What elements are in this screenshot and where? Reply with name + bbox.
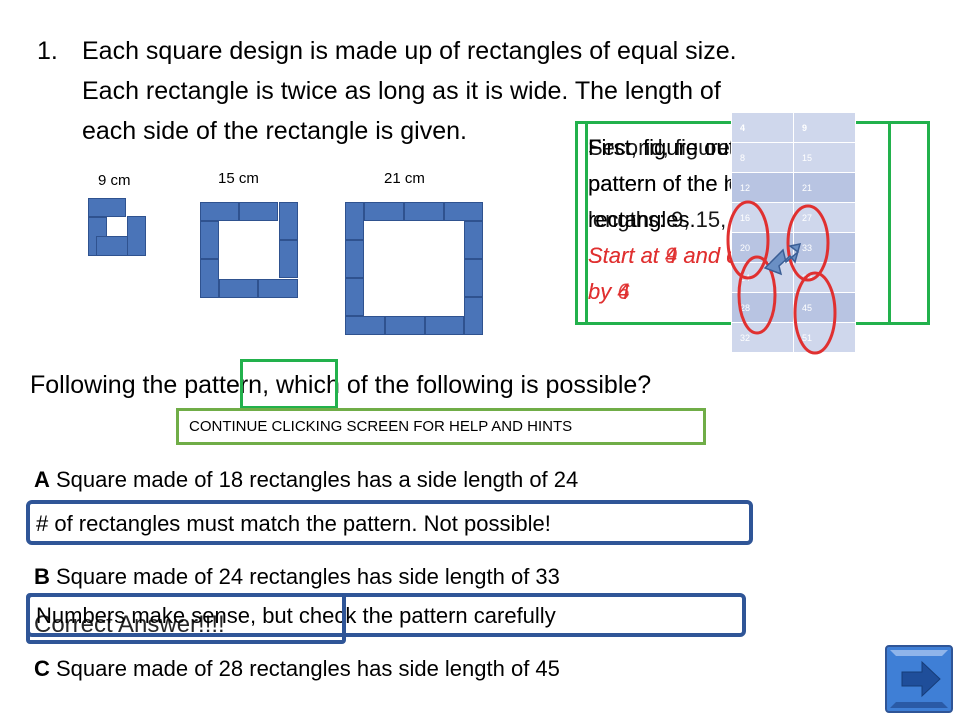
rectangle: [425, 316, 464, 335]
help-hints-label: CONTINUE CLICKING SCREEN FOR HELP AND HI…: [189, 418, 573, 435]
table-row: 32 51: [731, 322, 856, 353]
rectangle: [279, 240, 298, 278]
table-cell: 28: [731, 292, 794, 323]
correct-answer-box: Correct Answer!!!!: [26, 593, 346, 644]
rectangle: [364, 202, 404, 221]
answer-c-text: Square made of 28 rectangles has side le…: [49, 656, 560, 681]
rectangle: [200, 202, 239, 221]
table-cell: 8: [731, 142, 794, 173]
table-row: 20 33: [731, 232, 856, 263]
table-cell: 21: [793, 172, 856, 203]
table-cell: 51: [793, 322, 856, 353]
table-cell: 20: [731, 232, 794, 263]
figure-label-9cm: 9 cm: [98, 172, 131, 189]
answer-a-letter: A: [34, 467, 50, 492]
table-cell: 27: [793, 202, 856, 233]
rectangle: [219, 279, 258, 298]
answer-a-feedback-box: # of rectangles must match the pattern. …: [26, 500, 753, 545]
table-cell: 16: [731, 202, 794, 233]
help-hints-button[interactable]: CONTINUE CLICKING SCREEN FOR HELP AND HI…: [176, 408, 706, 445]
rectangle: [96, 236, 128, 256]
prompt-before: Following the: [30, 371, 185, 399]
pattern-highlight-box: [240, 359, 338, 409]
figure-label-15cm: 15 cm: [218, 170, 259, 187]
table-header-row: 4 9: [731, 112, 856, 143]
prompt-line: Following the pattern, which of the foll…: [30, 368, 651, 402]
square-design-medium: [200, 202, 298, 298]
sequence-table: 4 9 8 15 12 21 16 27 20 33 24 39 28 45 32 51: [731, 112, 856, 353]
answer-c-letter: C: [34, 656, 50, 681]
answer-b[interactable]: B Square made of 24 rectangles has side …: [34, 563, 560, 591]
table-row: 8 15: [731, 142, 856, 173]
rectangle: [464, 259, 483, 297]
answer-a-feedback: # of rectangles must match the pattern. …: [36, 511, 551, 536]
rectangle: [345, 278, 364, 316]
square-design-small: [88, 198, 146, 256]
rectangle: [345, 202, 364, 240]
table-cell: 39: [793, 262, 856, 293]
rectangle: [345, 316, 385, 335]
table-cell: 33: [793, 232, 856, 263]
rectangle: [404, 202, 444, 221]
table-cell: 45: [793, 292, 856, 323]
question-line-1: Each square design is made up of rectang…: [82, 37, 737, 65]
answer-b-letter: B: [34, 564, 50, 589]
question-line-3: each side of the rectangle is given.: [82, 117, 467, 145]
next-slide-arrow-icon[interactable]: [884, 644, 954, 714]
rectangle: [279, 202, 298, 240]
rectangle: [239, 202, 278, 221]
answer-b-text: Square made of 24 rectangles has side le…: [49, 564, 560, 589]
table-cell: 24: [731, 262, 794, 293]
rectangle: [200, 259, 219, 298]
answer-c[interactable]: C Square made of 28 rectangles has side …: [34, 655, 560, 683]
table-header-length: 9: [793, 112, 856, 143]
table-row: 24 39: [731, 262, 856, 293]
table-row: 12 21: [731, 172, 856, 203]
question-number: 1.: [37, 37, 58, 65]
table-header-rectangles: 4: [731, 112, 794, 143]
rectangle: [345, 240, 364, 278]
correct-answer-label: Correct Answer!!!!: [34, 611, 225, 638]
table-row: 16 27: [731, 202, 856, 233]
rectangle: [258, 279, 298, 298]
rectangle: [127, 216, 146, 256]
question-line-2: Each rectangle is twice as long as it is…: [82, 77, 721, 105]
square-design-large: [345, 202, 483, 335]
answer-a[interactable]: A Square made of 18 rectangles has a sid…: [34, 466, 578, 494]
rectangle: [444, 202, 483, 221]
rectangle: [464, 297, 483, 335]
answer-a-text: Square made of 18 rectangles has a side …: [49, 467, 579, 492]
rectangle: [385, 316, 425, 335]
table-cell: 12: [731, 172, 794, 203]
rectangle: [200, 221, 219, 259]
rectangle: [88, 198, 126, 217]
table-row: 28 45: [731, 292, 856, 323]
figure-label-21cm: 21 cm: [384, 170, 425, 187]
rectangle: [464, 221, 483, 259]
table-cell: 32: [731, 322, 794, 353]
table-cell: 15: [793, 142, 856, 173]
